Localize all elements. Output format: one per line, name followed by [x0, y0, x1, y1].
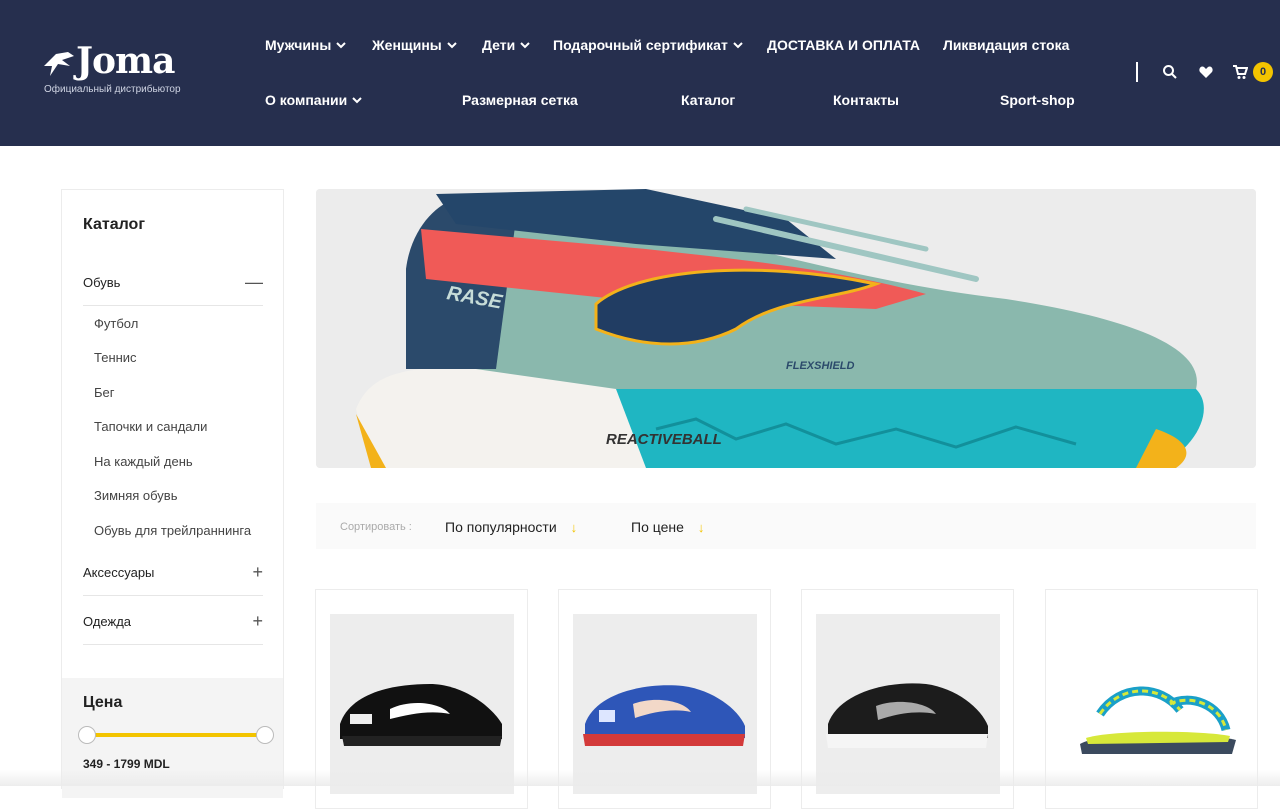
tennis-shoe-image — [583, 685, 745, 746]
sort-bar: Сортировать : По популярности ↓ По цене … — [316, 503, 1256, 549]
nav-gift-certificate[interactable]: Подарочный сертификат — [553, 37, 744, 53]
chevron-down-icon — [520, 42, 530, 49]
subcategory-everyday[interactable]: На каждый день — [94, 454, 193, 469]
nav-label: Подарочный сертификат — [553, 37, 728, 53]
price-range-text: 349 - 1799 MDL — [83, 757, 170, 771]
bottom-fade — [0, 770, 1280, 786]
nav-label: Каталог — [681, 92, 736, 108]
divider — [83, 644, 263, 645]
subcategory-tennis[interactable]: Теннис — [94, 350, 137, 365]
header-divider — [1136, 62, 1138, 82]
nav-men[interactable]: Мужчины — [265, 37, 347, 53]
sandal-image — [1080, 686, 1236, 754]
nav-catalog[interactable]: Каталог — [681, 92, 735, 108]
logo-subtitle: Официальный дистрибьютор — [44, 84, 181, 95]
subcategory-slippers-sandals[interactable]: Тапочки и сандали — [94, 419, 207, 434]
price-slider-max-handle[interactable] — [256, 726, 274, 744]
product-image[interactable] — [816, 614, 1000, 794]
nav-label: Мужчины — [265, 37, 332, 53]
hero-banner[interactable]: RASE FLEXSHIELD REACTIVEBALL — [316, 189, 1256, 468]
subcategory-trail-running[interactable]: Обувь для трейлраннинга — [94, 523, 251, 538]
subcategory-running[interactable]: Бег — [94, 385, 115, 400]
nav-kids[interactable]: Дети — [482, 37, 531, 53]
brand-logo[interactable]: Joma Официальный дистрибьютор — [40, 40, 220, 100]
football-boot-image — [340, 684, 502, 746]
heart-icon[interactable] — [1198, 64, 1214, 80]
price-slider-min-handle[interactable] — [78, 726, 96, 744]
nav-label: О компании — [265, 92, 348, 108]
product-image[interactable] — [330, 614, 514, 794]
nav-stock-liquidation[interactable]: Ликвидация стока — [943, 37, 1069, 53]
expand-icon[interactable]: + — [252, 611, 263, 632]
category-label: Аксессуары — [83, 565, 155, 580]
product-image[interactable] — [573, 614, 757, 794]
nav-label: Sport-shop — [1000, 92, 1075, 108]
subcategory-football[interactable]: Футбол — [94, 316, 138, 331]
sort-option-label: По цене — [631, 519, 684, 535]
product-image[interactable] — [1060, 614, 1244, 794]
sort-by-price[interactable]: По цене ↓ — [631, 519, 704, 535]
search-icon[interactable] — [1162, 64, 1178, 80]
chevron-down-icon — [447, 42, 457, 49]
nav-label: Размерная сетка — [462, 92, 578, 108]
sort-label: Сортировать : — [340, 521, 412, 533]
collapse-icon[interactable]: — — [245, 272, 263, 293]
category-footwear[interactable]: Обувь — — [83, 272, 263, 293]
sidebar-title: Каталог — [83, 216, 145, 233]
price-filter-title: Цена — [83, 694, 123, 711]
logo-mark-icon — [44, 52, 74, 76]
nav-about[interactable]: О компании — [265, 92, 363, 108]
nav-contacts[interactable]: Контакты — [833, 92, 899, 108]
catalog-sidebar: Каталог Обувь — Футбол Теннис Бег Тапочк… — [61, 189, 284, 798]
sort-by-popularity[interactable]: По популярности ↓ — [445, 519, 577, 535]
nav-label: Ликвидация стока — [943, 37, 1070, 53]
banner-text-reactiveball: REACTIVEBALL — [606, 431, 722, 448]
category-accessories[interactable]: Аксессуары + — [83, 562, 263, 583]
category-clothing[interactable]: Одежда + — [83, 611, 263, 632]
nav-label: Контакты — [833, 92, 900, 108]
running-shoe-image — [826, 683, 988, 748]
chevron-down-icon — [733, 42, 743, 49]
nav-label: ДОСТАВКА И ОПЛАТА — [767, 37, 920, 53]
nav-label: Дети — [482, 37, 516, 53]
nav-sport-shop[interactable]: Sport-shop — [1000, 92, 1075, 108]
chevron-down-icon — [352, 97, 362, 104]
price-slider-track[interactable] — [87, 733, 265, 737]
divider — [83, 595, 263, 596]
expand-icon[interactable]: + — [252, 562, 263, 583]
banner-text-flexshield: FLEXSHIELD — [786, 360, 855, 372]
category-label: Обувь — [83, 275, 121, 290]
chevron-down-icon — [336, 42, 347, 49]
nav-size-chart[interactable]: Размерная сетка — [462, 92, 578, 108]
arrow-down-icon: ↓ — [697, 519, 705, 535]
banner-shoe-image: RASE FLEXSHIELD REACTIVEBALL — [316, 189, 1256, 468]
logo-wordmark: Joma — [76, 40, 175, 82]
arrow-down-icon: ↓ — [570, 519, 578, 535]
sort-option-label: По популярности — [445, 519, 557, 535]
nav-delivery[interactable]: ДОСТАВКА И ОПЛАТА — [767, 37, 920, 53]
cart-icon[interactable] — [1232, 64, 1248, 80]
site-header: Joma Официальный дистрибьютор Мужчины Же… — [0, 0, 1280, 146]
nav-label: Женщины — [372, 37, 442, 53]
cart-count-badge[interactable]: 0 — [1253, 62, 1273, 82]
nav-women[interactable]: Женщины — [372, 37, 458, 53]
divider — [83, 305, 263, 306]
category-label: Одежда — [83, 614, 132, 629]
subcategory-winter[interactable]: Зимняя обувь — [94, 488, 178, 503]
